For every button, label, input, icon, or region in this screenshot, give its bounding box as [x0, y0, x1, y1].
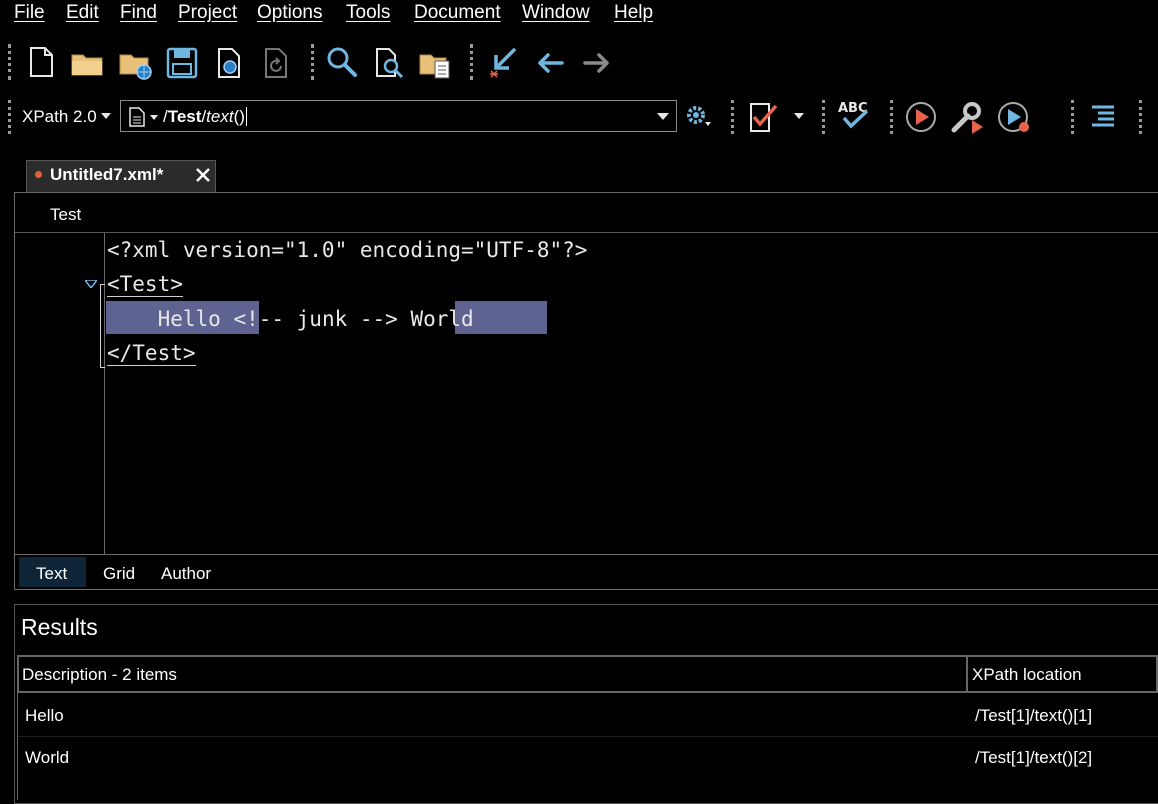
- modified-indicator-icon: [35, 171, 42, 178]
- fold-range-marker: [100, 284, 105, 368]
- breadcrumb[interactable]: Test: [50, 205, 81, 225]
- xpath-parens: (): [233, 107, 245, 126]
- tab-title[interactable]: Untitled7.xml*: [50, 165, 163, 185]
- menu-file[interactable]: File: [14, 2, 45, 24]
- toolbar-grip[interactable]: [1139, 100, 1145, 134]
- save-icon[interactable]: [165, 46, 199, 80]
- column-header-description[interactable]: Description - 2 items: [22, 665, 177, 685]
- gutter-divider: [104, 233, 105, 555]
- validate-icon[interactable]: [746, 100, 780, 134]
- format-and-indent-icon[interactable]: [1086, 100, 1120, 134]
- text-node-world: World: [410, 307, 474, 331]
- toolbar-grip[interactable]: [311, 44, 317, 80]
- result-description[interactable]: World: [25, 748, 69, 768]
- divider: [15, 232, 1158, 233]
- menu-document[interactable]: Document: [414, 2, 501, 24]
- document-icon: [129, 107, 145, 127]
- toolbar-grip[interactable]: [1071, 100, 1077, 134]
- xpath-history-dropdown-icon[interactable]: [657, 113, 669, 120]
- configure-transformation-icon[interactable]: [950, 100, 984, 134]
- validate-options-chevron-icon[interactable]: [794, 113, 804, 119]
- open-project-file-icon[interactable]: [418, 46, 452, 80]
- spell-check-icon[interactable]: ABC: [836, 98, 870, 132]
- menu-find[interactable]: Find: [120, 2, 157, 24]
- find-icon[interactable]: [325, 45, 359, 79]
- debug-scenario-icon[interactable]: [997, 100, 1031, 134]
- save-to-url-icon[interactable]: [213, 46, 247, 80]
- result-xpath-location[interactable]: /Test[1]/text()[1]: [975, 706, 1092, 726]
- xpath-function-text: text: [206, 107, 234, 126]
- reload-icon[interactable]: [260, 46, 294, 80]
- toolbar-grip[interactable]: [8, 100, 14, 134]
- code-line-content[interactable]: Hello <!-- junk --> World: [107, 307, 474, 331]
- menu-tools[interactable]: Tools: [346, 2, 390, 24]
- code-line-xml-declaration[interactable]: <?xml version="1.0" encoding="UTF-8"?>: [107, 238, 587, 262]
- text-node-hello: Hello: [107, 307, 234, 331]
- divider: [15, 554, 1158, 555]
- menu-edit[interactable]: Edit: [66, 2, 99, 24]
- row-divider: [18, 736, 1158, 737]
- result-description[interactable]: Hello: [25, 706, 64, 726]
- text-cursor: [245, 107, 247, 126]
- results-title: Results: [21, 614, 98, 640]
- menu-help[interactable]: Help: [614, 2, 653, 24]
- back-arrow-icon[interactable]: [533, 46, 567, 80]
- xpath-version-select[interactable]: XPath 2.0: [22, 107, 97, 127]
- tab-author-mode[interactable]: Author: [161, 564, 211, 584]
- open-folder-icon[interactable]: [70, 46, 104, 80]
- find-in-files-icon[interactable]: [372, 46, 406, 80]
- comment-node: <!-- junk -->: [233, 307, 411, 331]
- toolbar-grip[interactable]: [731, 100, 737, 134]
- menu-bar: File Edit Find Project Options Tools Doc…: [0, 0, 1158, 26]
- forward-arrow-icon[interactable]: [580, 46, 614, 80]
- toolbar-grip[interactable]: [890, 100, 896, 134]
- toolbar-grip[interactable]: [822, 100, 828, 134]
- chevron-down-icon[interactable]: [101, 113, 111, 119]
- open-url-icon[interactable]: [118, 46, 152, 80]
- column-divider[interactable]: [966, 655, 968, 693]
- menu-project[interactable]: Project: [178, 2, 237, 24]
- menu-window[interactable]: Window: [522, 2, 590, 24]
- menu-options[interactable]: Options: [257, 2, 322, 24]
- apply-transformation-icon[interactable]: [904, 100, 938, 134]
- code-line-close-tag[interactable]: </Test>: [107, 341, 196, 366]
- last-modification-icon[interactable]: [486, 45, 520, 79]
- result-xpath-location[interactable]: /Test[1]/text()[2]: [975, 748, 1092, 768]
- toolbar-grip[interactable]: [8, 44, 14, 80]
- tab-grid-mode[interactable]: Grid: [103, 564, 135, 584]
- toolbar-grip[interactable]: [470, 44, 476, 80]
- new-file-icon[interactable]: [24, 45, 58, 79]
- tab-text-mode[interactable]: Text: [36, 564, 67, 584]
- xpath-settings-gear-icon[interactable]: [684, 103, 714, 131]
- close-icon[interactable]: [196, 168, 210, 182]
- fold-toggle-icon[interactable]: [85, 280, 97, 288]
- column-header-xpath-location[interactable]: XPath location: [972, 665, 1082, 685]
- xpath-step-test: Test: [167, 107, 202, 126]
- code-line-open-tag[interactable]: <Test>: [107, 272, 183, 297]
- xpath-expression[interactable]: /Test/text(): [163, 107, 247, 127]
- chevron-down-icon[interactable]: [150, 115, 158, 120]
